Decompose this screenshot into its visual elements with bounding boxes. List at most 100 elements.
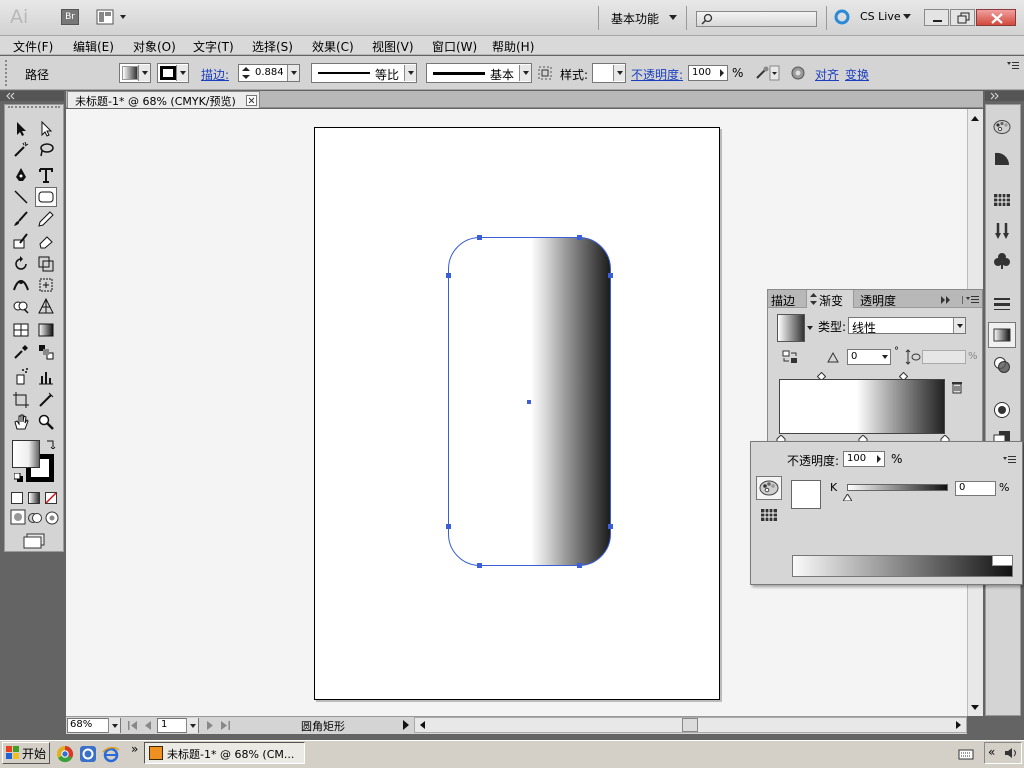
gradient-panel-icon[interactable]: [988, 322, 1016, 348]
angle-value[interactable]: 0: [851, 351, 857, 362]
menu-file[interactable]: 文件(F): [13, 38, 53, 55]
stroke-panel-icon[interactable]: [988, 291, 1016, 317]
first-artboard-icon[interactable]: [127, 720, 139, 731]
chevron-down-icon[interactable]: [287, 65, 299, 81]
swap-colors-icon[interactable]: [45, 437, 57, 450]
menu-type[interactable]: 文字(T): [193, 38, 234, 55]
stroke-panel-link[interactable]: 描边:: [201, 66, 229, 83]
panel-menu-icon[interactable]: [962, 294, 980, 304]
current-tool-status[interactable]: 圆角矩形: [301, 718, 345, 734]
appearance-panel-icon[interactable]: [988, 397, 1016, 423]
fill-swatch-dropdown[interactable]: [119, 63, 151, 83]
close-button[interactable]: [976, 9, 1016, 26]
opacity-value[interactable]: 100: [692, 67, 711, 78]
panel-collapse-icon[interactable]: [940, 294, 952, 304]
minimize-button[interactable]: [924, 9, 949, 26]
brush-options-button[interactable]: [538, 66, 552, 80]
gradient-type-value[interactable]: 线性: [852, 319, 876, 336]
taskbar-illustrator-item[interactable]: 未标题-1* @ 68% (CM...: [144, 742, 305, 764]
recolor-artwork-button[interactable]: [754, 64, 780, 82]
previous-artboard-icon[interactable]: [143, 720, 153, 731]
gradient-mode-button[interactable]: [28, 492, 40, 504]
k-channel-value[interactable]: 0: [959, 482, 965, 493]
selection-tool-icon[interactable]: [10, 119, 32, 139]
brush-definition-dropdown[interactable]: 基本: [426, 63, 532, 83]
right-dock-header[interactable]: [985, 91, 1024, 101]
draw-inside-icon[interactable]: [44, 510, 60, 526]
next-artboard-icon[interactable]: [205, 720, 215, 731]
anchor-point[interactable]: [446, 273, 451, 278]
last-artboard-icon[interactable]: [219, 720, 231, 731]
tab-transparency[interactable]: 透明度: [860, 292, 896, 309]
anchor-point[interactable]: [477, 235, 482, 240]
k-channel-slider-thumb[interactable]: [842, 490, 853, 502]
brushes-panel-icon[interactable]: [988, 218, 1016, 244]
width-tool-icon[interactable]: [10, 275, 32, 295]
menu-effect[interactable]: 效果(C): [312, 38, 354, 55]
zoom-value[interactable]: 68%: [70, 719, 92, 730]
stroke-weight-value[interactable]: 0.884: [255, 67, 284, 78]
free-transform-tool-icon[interactable]: [35, 275, 57, 295]
paintbrush-tool-icon[interactable]: [10, 209, 32, 229]
anchor-point[interactable]: [446, 524, 451, 529]
stroke-swatch-dropdown[interactable]: [157, 63, 189, 83]
fill-color-box[interactable]: [12, 440, 40, 468]
quick-launch-chrome-icon[interactable]: [56, 745, 74, 763]
zoom-dropdown[interactable]: 68%: [67, 718, 121, 733]
arrange-documents-button[interactable]: [96, 9, 130, 26]
variable-width-profile-dropdown[interactable]: 等比: [311, 63, 417, 83]
color-panel-icon[interactable]: [988, 114, 1016, 140]
scroll-down-arrow-icon[interactable]: [967, 701, 983, 715]
blob-brush-tool-icon[interactable]: [10, 231, 32, 251]
close-icon[interactable]: [246, 95, 257, 106]
gradient-type-dropdown[interactable]: 线性: [848, 317, 966, 336]
anchor-point[interactable]: [577, 563, 582, 568]
slice-tool-icon[interactable]: [35, 390, 57, 410]
graphic-style-button[interactable]: [790, 65, 806, 81]
chevron-right-icon[interactable]: [874, 452, 884, 466]
scale-tool-icon[interactable]: [35, 254, 57, 274]
pencil-tool-icon[interactable]: [35, 209, 57, 229]
tray-keyboard-icon[interactable]: [958, 747, 974, 761]
gradient-swatch-dropdown[interactable]: [806, 314, 814, 342]
screen-mode-icon[interactable]: [22, 533, 46, 549]
eraser-tool-icon[interactable]: [35, 231, 57, 251]
k-channel-slider[interactable]: [847, 484, 948, 491]
draw-behind-icon[interactable]: [27, 510, 43, 526]
popup-opacity-input[interactable]: 100: [843, 451, 885, 467]
popup-swatches-mode-button[interactable]: [760, 507, 778, 523]
workspace-switcher[interactable]: 基本功能: [611, 10, 681, 26]
draw-normal-icon[interactable]: [10, 509, 26, 525]
none-mode-button[interactable]: [45, 492, 57, 504]
anchor-point[interactable]: [577, 235, 582, 240]
stroke-weight-input[interactable]: 0.884: [238, 64, 300, 82]
collapse-icon[interactable]: [4, 91, 18, 101]
cs-live-button[interactable]: CS Live: [834, 9, 914, 27]
perspective-grid-tool-icon[interactable]: [35, 296, 57, 316]
reverse-gradient-button[interactable]: [782, 349, 798, 365]
artboard-tool-icon[interactable]: [10, 390, 32, 410]
k-channel-input[interactable]: 0: [955, 481, 996, 496]
eyedropper-tool-icon[interactable]: [10, 342, 32, 362]
type-tool-icon[interactable]: [35, 165, 57, 185]
style-dropdown[interactable]: [592, 63, 626, 83]
swatches-panel-icon[interactable]: [988, 187, 1016, 213]
popup-menu-icon[interactable]: [1003, 454, 1017, 464]
anchor-point[interactable]: [608, 524, 613, 529]
stepper-arrows-icon[interactable]: [240, 65, 252, 81]
midpoint-slider-left[interactable]: [816, 370, 827, 382]
direct-selection-tool-icon[interactable]: [35, 119, 57, 139]
anchor-point[interactable]: [608, 273, 613, 278]
menu-window[interactable]: 窗口(W): [432, 38, 477, 55]
chevron-right-icon[interactable]: [717, 66, 727, 80]
document-tab[interactable]: 未标题-1* @ 68% (CMYK/预览): [67, 91, 260, 108]
pen-tool-icon[interactable]: [10, 165, 32, 185]
mesh-tool-icon[interactable]: [10, 320, 32, 340]
angle-input[interactable]: 0: [847, 349, 891, 365]
gradient-preview-swatch[interactable]: [777, 314, 805, 342]
scroll-up-arrow-icon[interactable]: [967, 111, 983, 125]
restore-button[interactable]: [950, 9, 975, 26]
hand-tool-icon[interactable]: [10, 412, 32, 432]
quick-launch-app-icon[interactable]: [79, 745, 97, 763]
symbols-panel-icon[interactable]: [988, 248, 1016, 274]
